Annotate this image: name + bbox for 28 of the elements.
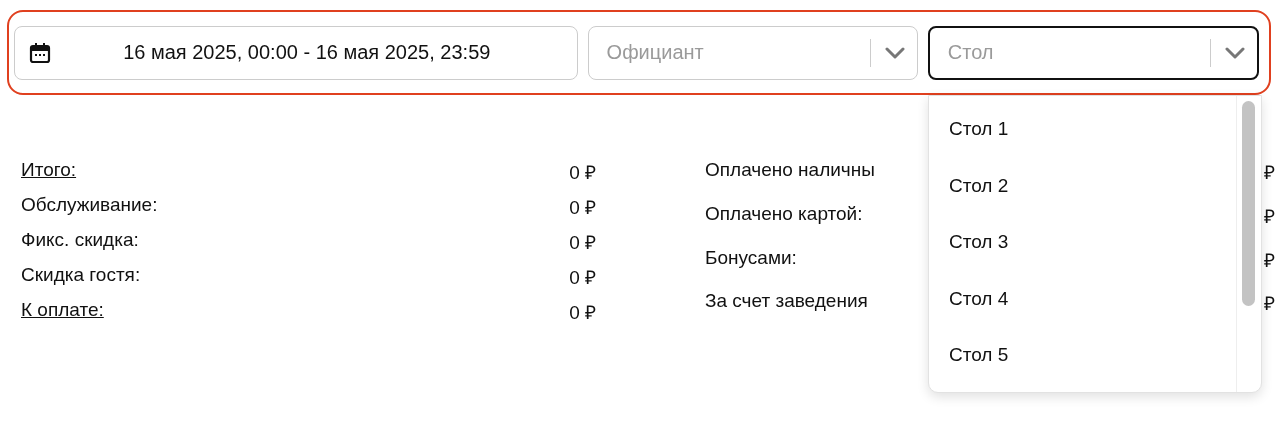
dropdown-option[interactable]: Стол 1 — [949, 118, 1009, 140]
summary-label: Скидка гостя: — [21, 264, 141, 287]
summary-label: К оплате: — [21, 299, 104, 322]
dropdown-option[interactable]: Стол 2 — [949, 174, 1009, 197]
summary-value: ₽ — [1264, 204, 1275, 229]
summary-value: 0 ₽ — [569, 196, 596, 220]
scrollbar-thumb[interactable] — [1242, 101, 1255, 306]
date-range-field[interactable]: 16 мая 2025, 00:00 - 16 мая 2025, 23:59 — [14, 25, 578, 80]
summary-value: ₽ — [1264, 161, 1275, 185]
dropdown-option[interactable]: Стол 4 — [949, 287, 1009, 310]
dropdown-option[interactable]: Стол 3 — [949, 231, 1009, 253]
summary-label: Оплачено картой: — [705, 202, 863, 224]
summary-value: 0 ₽ — [569, 266, 596, 290]
summary-label: Обслуживание: — [21, 194, 158, 217]
dropdown-option[interactable]: Стол 5 — [949, 344, 1009, 366]
summary-label: Итого: — [21, 159, 77, 182]
summary-value: ₽ — [1264, 248, 1275, 273]
summary-value: 0 ₽ — [569, 231, 596, 255]
summary-label: Фикс. скидка: — [21, 229, 139, 252]
summary-value: ₽ — [1264, 292, 1275, 317]
summary-value: 0 ₽ — [569, 301, 596, 325]
chevron-down-icon — [884, 46, 905, 59]
summary-value: 0 ₽ — [569, 161, 596, 185]
summary-label: Оплачено наличны — [705, 159, 875, 180]
chevron-down-icon — [1225, 46, 1245, 59]
summary-label: Бонусами: — [705, 246, 797, 268]
calendar-icon — [29, 41, 51, 64]
summary-label: За счет заведения — [705, 290, 868, 312]
